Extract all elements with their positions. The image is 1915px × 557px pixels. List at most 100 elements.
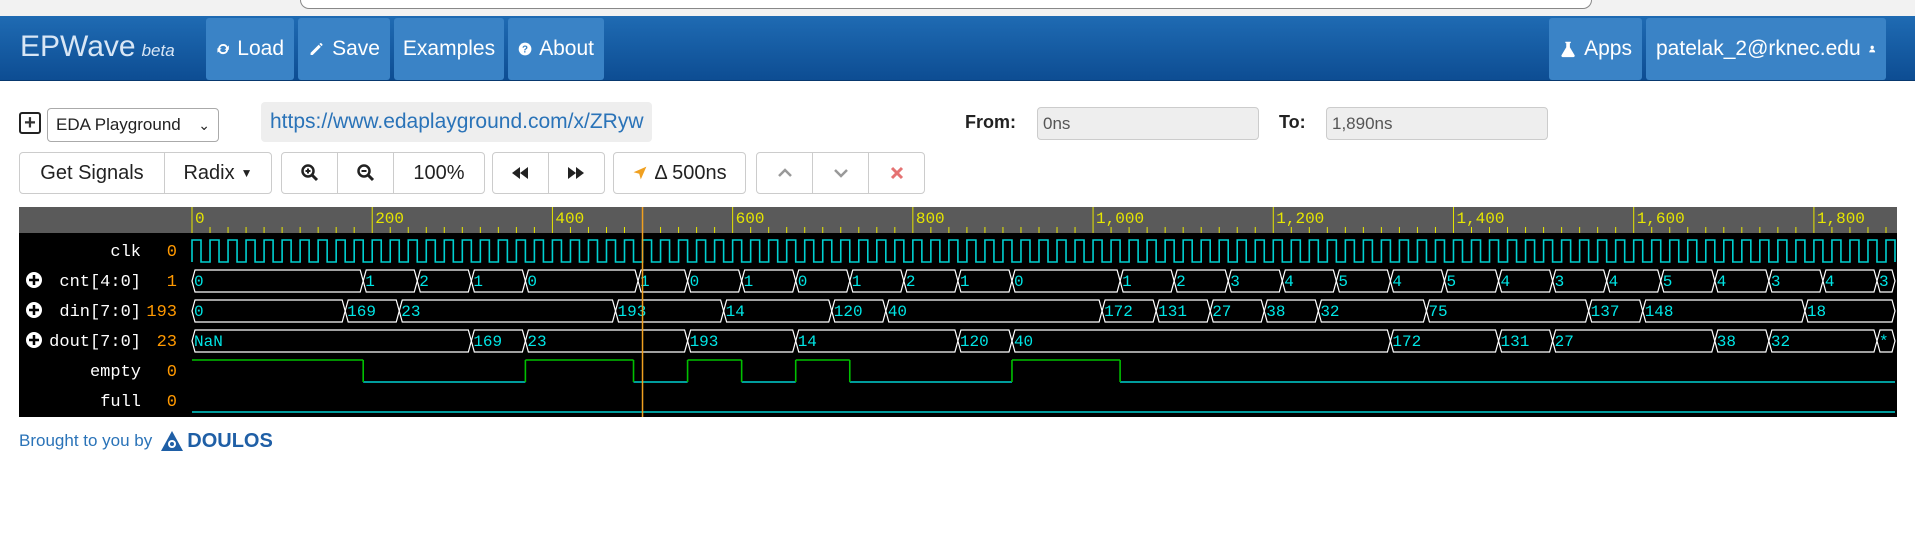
- signal-name: din[7:0]: [59, 303, 141, 322]
- signal-order-button-group: [756, 152, 925, 194]
- browser-top-strip: [0, 0, 1915, 16]
- from-input[interactable]: 0ns: [1037, 107, 1259, 140]
- bus-value-label: 4: [1825, 273, 1835, 291]
- ruler-label: 600: [736, 210, 765, 228]
- source-select[interactable]: EDA Playground ⌄: [47, 108, 219, 142]
- brand[interactable]: EPWave beta: [20, 30, 175, 64]
- signal-value: 0: [167, 363, 177, 382]
- bus-value-label: 4: [1501, 273, 1511, 291]
- forward-icon: [568, 167, 585, 179]
- bus-value-label: 172: [1392, 333, 1421, 351]
- playground-url-link[interactable]: https://www.edaplayground.com/x/ZRyw: [261, 102, 652, 142]
- bus-value-label: 1: [852, 273, 862, 291]
- ruler-label: 0: [195, 210, 205, 228]
- cursor-delta-button[interactable]: Δ 500ns: [614, 153, 745, 193]
- svg-text:?: ?: [522, 45, 528, 56]
- signal-name: dout[7:0]: [49, 333, 141, 352]
- save-button[interactable]: Save: [298, 18, 390, 80]
- bus-value-label: 5: [1338, 273, 1348, 291]
- bus-value-label: 169: [347, 303, 376, 321]
- bus-value-label: 4: [1392, 273, 1402, 291]
- bus-value-label: 120: [960, 333, 989, 351]
- ruler-label: 800: [916, 210, 945, 228]
- examples-button[interactable]: Examples: [394, 18, 504, 80]
- expand-plus-icon[interactable]: +: [19, 112, 41, 134]
- bus-value-label: 131: [1158, 303, 1187, 321]
- step-button-group: [492, 152, 605, 194]
- load-button[interactable]: Load: [206, 18, 294, 80]
- signal-name: clk: [110, 243, 141, 262]
- browser-tab-edge: [300, 0, 1592, 9]
- to-value: 1,890ns: [1332, 113, 1393, 133]
- bus-value-label: 2: [1176, 273, 1186, 291]
- load-label: Load: [237, 37, 284, 60]
- zoom-in-icon: [300, 164, 318, 182]
- bus-value-label: NaN: [194, 333, 223, 351]
- user-menu-button[interactable]: patelak_2@rknec.edu: [1646, 18, 1886, 80]
- chevron-down-icon: ⌄: [198, 117, 210, 133]
- bus-value-label: 4: [1284, 273, 1294, 291]
- about-label: About: [539, 37, 594, 60]
- signal-value: 23: [157, 333, 177, 352]
- bus-value-label: 5: [1446, 273, 1456, 291]
- zoom-out-button[interactable]: [338, 153, 394, 193]
- bus-value-label: 1: [473, 273, 483, 291]
- bus-value-label: 3: [1555, 273, 1565, 291]
- from-value: 0ns: [1043, 113, 1071, 133]
- bus-value-label: 0: [798, 273, 808, 291]
- bus-value-label: 3: [1771, 273, 1781, 291]
- bus-value-label: 1: [744, 273, 754, 291]
- bus-value-label: 1: [960, 273, 970, 291]
- to-label: To:: [1279, 112, 1306, 132]
- bus-value-label: 172: [1104, 303, 1133, 321]
- bus-value-label: 137: [1591, 303, 1620, 321]
- doulos-logo[interactable]: DOULOS: [160, 429, 273, 453]
- bus-value-label: 23: [401, 303, 420, 321]
- pencil-icon: [310, 43, 323, 55]
- bus-value-label: 0: [1014, 273, 1024, 291]
- radix-button[interactable]: Radix ▼: [165, 153, 271, 193]
- bus-value-label: 0: [194, 303, 204, 321]
- bus-value-label: 0: [527, 273, 537, 291]
- chevron-down-icon: [833, 169, 848, 178]
- zoom-out-icon: [356, 164, 374, 182]
- step-forward-button[interactable]: [549, 153, 605, 193]
- bus-value-label: 2: [906, 273, 916, 291]
- signal-value: 0: [167, 243, 177, 262]
- signal-value: 193: [146, 303, 177, 322]
- bus-value-label: 38: [1266, 303, 1285, 321]
- about-button[interactable]: ? About: [508, 18, 604, 80]
- bus-value-label: 23: [527, 333, 546, 351]
- bus-value-label: 40: [1014, 333, 1033, 351]
- get-signals-button[interactable]: Get Signals: [20, 153, 165, 193]
- bus-value-label: 32: [1320, 303, 1339, 321]
- apps-button[interactable]: Apps: [1549, 18, 1642, 80]
- zoom-in-button[interactable]: [282, 153, 338, 193]
- move-down-button[interactable]: [813, 153, 869, 193]
- step-back-button[interactable]: [493, 153, 549, 193]
- bus-value-label: 148: [1645, 303, 1674, 321]
- remove-signal-button[interactable]: [869, 153, 924, 193]
- refresh-icon: [217, 44, 229, 55]
- user-email: patelak_2@rknec.edu: [1656, 37, 1861, 60]
- bus-value-label: 27: [1212, 303, 1231, 321]
- from-label: From:: [965, 112, 1016, 132]
- doulos-logo-text: DOULOS: [187, 429, 273, 452]
- flask-icon: [1561, 41, 1575, 58]
- save-label: Save: [332, 37, 380, 60]
- cursor-button-group: Δ 500ns: [613, 152, 746, 194]
- user-icon: [1868, 45, 1875, 53]
- bus-value-label: 4: [1609, 273, 1619, 291]
- to-input[interactable]: 1,890ns: [1326, 107, 1548, 140]
- doulos-mark-icon: [161, 431, 184, 451]
- radix-label: Radix: [183, 161, 235, 184]
- bus-value-label: 75: [1428, 303, 1447, 321]
- signal-name: cnt[4:0]: [59, 273, 141, 292]
- bus-value-label: 2: [419, 273, 429, 291]
- bus-value-label: 27: [1555, 333, 1574, 351]
- signals-button-group: Get Signals Radix ▼: [19, 152, 272, 194]
- waveform-viewer[interactable]: 0 200 400 600 800 1,000 1,200 1,400 1,600 1,800cl…: [19, 207, 1897, 417]
- bus-value-label: 38: [1717, 333, 1736, 351]
- move-up-button[interactable]: [757, 153, 813, 193]
- bus-value-label: 18: [1807, 303, 1826, 321]
